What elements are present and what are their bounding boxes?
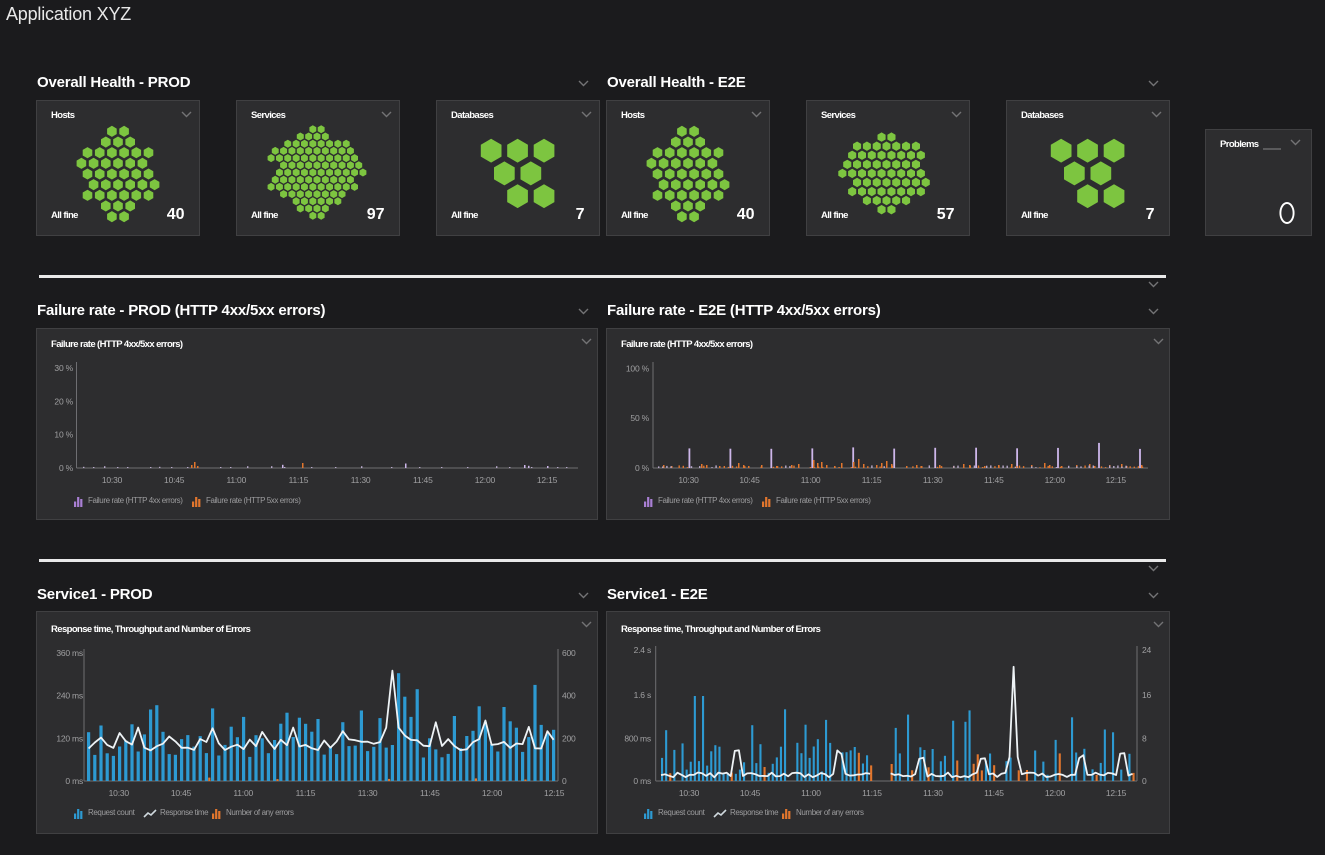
svg-text:200: 200	[562, 733, 576, 743]
svg-text:11:45: 11:45	[984, 788, 1004, 798]
svg-text:10:45: 10:45	[164, 475, 185, 485]
svg-text:11:00: 11:00	[233, 788, 253, 798]
svg-text:12:15: 12:15	[537, 475, 558, 485]
svg-text:0 ms: 0 ms	[633, 776, 651, 786]
svg-text:11:00: 11:00	[801, 475, 821, 485]
svg-text:11:15: 11:15	[296, 788, 316, 798]
svg-text:1.6 s: 1.6 s	[634, 690, 651, 700]
svg-text:16: 16	[1142, 690, 1152, 700]
svg-text:11:15: 11:15	[289, 475, 309, 485]
svg-text:12:00: 12:00	[482, 788, 503, 798]
svg-text:10:45: 10:45	[740, 788, 761, 798]
svg-text:10:30: 10:30	[102, 475, 123, 485]
svg-text:11:15: 11:15	[862, 788, 882, 798]
svg-text:11:45: 11:45	[984, 475, 1004, 485]
svg-text:11:45: 11:45	[413, 475, 433, 485]
svg-text:12:15: 12:15	[1106, 788, 1127, 798]
svg-text:600: 600	[562, 648, 576, 658]
svg-text:800 ms: 800 ms	[624, 734, 651, 744]
svg-text:12:15: 12:15	[544, 788, 565, 798]
svg-text:120 ms: 120 ms	[56, 733, 83, 743]
svg-text:11:00: 11:00	[801, 788, 821, 798]
svg-text:10:30: 10:30	[109, 788, 130, 798]
svg-text:30 %: 30 %	[54, 363, 73, 373]
svg-text:0 %: 0 %	[59, 463, 74, 473]
svg-text:8: 8	[1142, 734, 1147, 744]
svg-text:360 ms: 360 ms	[56, 648, 83, 658]
svg-text:11:00: 11:00	[226, 475, 246, 485]
svg-text:11:30: 11:30	[923, 788, 943, 798]
svg-text:11:30: 11:30	[358, 788, 378, 798]
svg-text:2.4 s: 2.4 s	[634, 645, 651, 655]
svg-text:10:45: 10:45	[171, 788, 192, 798]
svg-text:240 ms: 240 ms	[56, 691, 83, 701]
svg-text:20 %: 20 %	[54, 396, 73, 406]
svg-text:10:45: 10:45	[739, 475, 760, 485]
svg-text:0 ms: 0 ms	[65, 776, 83, 786]
svg-text:0: 0	[562, 776, 567, 786]
svg-text:12:00: 12:00	[475, 475, 496, 485]
svg-text:10:30: 10:30	[679, 788, 700, 798]
svg-text:11:45: 11:45	[420, 788, 440, 798]
svg-text:11:15: 11:15	[862, 475, 882, 485]
svg-text:11:30: 11:30	[923, 475, 943, 485]
svg-text:100 %: 100 %	[626, 364, 650, 374]
svg-text:12:15: 12:15	[1106, 475, 1127, 485]
svg-text:10:30: 10:30	[678, 475, 699, 485]
svg-text:10 %: 10 %	[54, 430, 73, 440]
svg-text:0: 0	[1142, 776, 1147, 786]
svg-text:11:30: 11:30	[351, 475, 371, 485]
svg-text:12:00: 12:00	[1045, 475, 1066, 485]
svg-text:400: 400	[562, 691, 576, 701]
svg-text:24: 24	[1142, 645, 1152, 655]
svg-text:50 %: 50 %	[630, 413, 649, 423]
svg-text:12:00: 12:00	[1045, 788, 1066, 798]
svg-text:0 %: 0 %	[635, 463, 650, 473]
